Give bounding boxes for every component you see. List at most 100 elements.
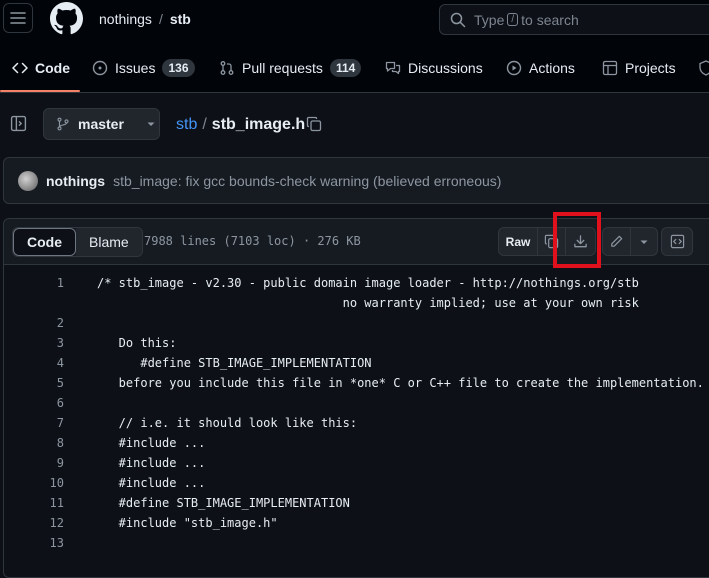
line-number[interactable]: 3: [57, 333, 64, 353]
table-icon: [602, 60, 618, 76]
line-number[interactable]: 5: [57, 373, 64, 393]
branch-name: master: [78, 116, 124, 132]
line-number[interactable]: 4: [57, 353, 64, 373]
code-line: 2: [4, 313, 709, 333]
pencil-icon: [611, 235, 623, 247]
shield-icon: [699, 60, 709, 76]
tab-issues[interactable]: Issues 136: [92, 52, 195, 84]
line-number[interactable]: 11: [50, 493, 64, 513]
avatar[interactable]: [18, 170, 38, 191]
code-line: 9 #include ...: [4, 453, 709, 473]
code-line: 13: [4, 533, 709, 553]
code-line: 7 // i.e. it should look like this:: [4, 413, 709, 433]
git-branch-icon: [57, 117, 69, 131]
line-source: before you include this file in *one* C …: [97, 376, 704, 390]
code-icon: [12, 62, 28, 74]
file-info: 7988 lines (7103 loc) · 276 KB: [144, 234, 361, 248]
line-number[interactable]: 12: [50, 513, 64, 533]
line-number[interactable]: 9: [57, 453, 64, 473]
code-line: 12 #include "stb_image.h": [4, 513, 709, 533]
hamburger-icon: [10, 12, 26, 24]
search-input[interactable]: Type / to search: [439, 4, 709, 35]
tab-actions[interactable]: Actions: [506, 52, 575, 84]
file-tree-toggle[interactable]: [10, 115, 27, 132]
repo-tabs: Code Issues 136 Pull requests 114 Discus…: [0, 52, 709, 92]
line-source: /* stb_image - v2.30 - public domain ima…: [97, 276, 639, 290]
tab-more[interactable]: [698, 52, 709, 84]
tab-issues-label: Issues: [115, 60, 156, 76]
line-source: #include "stb_image.h": [97, 516, 278, 530]
line-number[interactable]: 1: [57, 273, 64, 293]
repo-path: nothings / stb: [99, 11, 191, 27]
tab-projects[interactable]: Projects: [602, 52, 676, 84]
tab-pull-requests[interactable]: Pull requests 114: [219, 52, 362, 84]
line-source: #include ...: [97, 456, 206, 470]
edit-options-dropdown[interactable]: [631, 228, 657, 255]
tab-code[interactable]: Code: [12, 52, 70, 84]
file-breadcrumb: stb / stb_image.h: [176, 116, 305, 134]
line-number[interactable]: 7: [57, 413, 64, 433]
file-toolbar: Code Blame 7988 lines (7103 loc) · 276 K…: [4, 219, 709, 265]
edit-button-group: [602, 227, 658, 256]
tab-discussions[interactable]: Discussions: [385, 52, 483, 84]
edit-file-button[interactable]: [603, 228, 631, 255]
code-line: 4 #define STB_IMAGE_IMPLEMENTATION: [4, 353, 709, 373]
tab-projects-label: Projects: [625, 60, 676, 76]
global-header: nothings / stb Type / to search Code Issue…: [0, 0, 709, 93]
play-icon: [506, 60, 522, 76]
line-number[interactable]: 6: [57, 393, 64, 413]
code-line: no warranty implied; use at your own ris…: [4, 293, 709, 313]
commit-author[interactable]: nothings: [46, 173, 105, 189]
code-line: 11 #define STB_IMAGE_IMPLEMENTATION: [4, 493, 709, 513]
line-number[interactable]: 8: [57, 433, 64, 453]
view-toggle: Code Blame: [12, 227, 143, 257]
copy-path-button[interactable]: [306, 116, 322, 132]
symbols-panel-button[interactable]: [662, 228, 692, 255]
line-number[interactable]: 10: [50, 473, 64, 493]
tab-code-label: Code: [35, 60, 70, 76]
code-square-icon: [670, 234, 684, 249]
symbols-panel-group: [661, 227, 693, 256]
latest-commit: nothings stb_image: fix gcc bounds-check…: [3, 157, 709, 204]
line-source: #include ...: [97, 436, 206, 450]
issue-icon: [92, 60, 108, 76]
code-view-button[interactable]: Code: [13, 228, 76, 256]
pull-requests-count-badge: 114: [329, 59, 362, 77]
line-source: #define STB_IMAGE_IMPLEMENTATION: [97, 356, 372, 370]
line-number[interactable]: 13: [50, 533, 64, 553]
copy-icon: [306, 116, 322, 132]
menu-button[interactable]: [3, 3, 33, 33]
commit-message[interactable]: stb_image: fix gcc bounds-check warning …: [113, 173, 501, 189]
code-line: 10 #include ...: [4, 473, 709, 493]
branch-selector[interactable]: master: [43, 108, 160, 140]
search-placeholder-after: to search: [521, 11, 579, 28]
tab-actions-label: Actions: [529, 60, 575, 76]
file-viewer: Code Blame 7988 lines (7103 loc) · 276 K…: [3, 218, 709, 578]
line-source: // i.e. it should look like this:: [97, 416, 358, 430]
line-source: #include ...: [97, 476, 206, 490]
breadcrumb-separator: /: [202, 116, 207, 133]
repo-link[interactable]: stb: [170, 11, 191, 27]
active-tab-underline: [0, 90, 80, 92]
github-logo-icon[interactable]: [50, 2, 83, 35]
owner-link[interactable]: nothings: [99, 11, 152, 27]
code-line: 6: [4, 393, 709, 413]
breadcrumb-repo-link[interactable]: stb: [176, 116, 197, 133]
discussions-icon: [385, 61, 401, 75]
search-shortcut-key: /: [507, 13, 519, 26]
issues-count-badge: 136: [162, 59, 195, 77]
code-line: 8 #include ...: [4, 433, 709, 453]
code-line: 5 before you include this file in *one* …: [4, 373, 709, 393]
path-separator: /: [158, 11, 163, 27]
raw-button[interactable]: Raw: [499, 228, 538, 255]
breadcrumb-file-name: stb_image.h: [211, 116, 306, 133]
code-line: 1 /* stb_image - v2.30 - public domain im…: [4, 273, 709, 293]
line-source: #define STB_IMAGE_IMPLEMENTATION: [97, 496, 350, 510]
line-number[interactable]: 2: [57, 313, 64, 333]
blame-view-button[interactable]: Blame: [76, 228, 142, 256]
download-highlight-annotation: [553, 212, 601, 268]
tab-pull-requests-label: Pull requests: [242, 60, 323, 76]
caret-down-icon: [147, 122, 155, 126]
sidebar-expand-icon: [10, 115, 27, 132]
line-source: Do this:: [97, 336, 177, 350]
